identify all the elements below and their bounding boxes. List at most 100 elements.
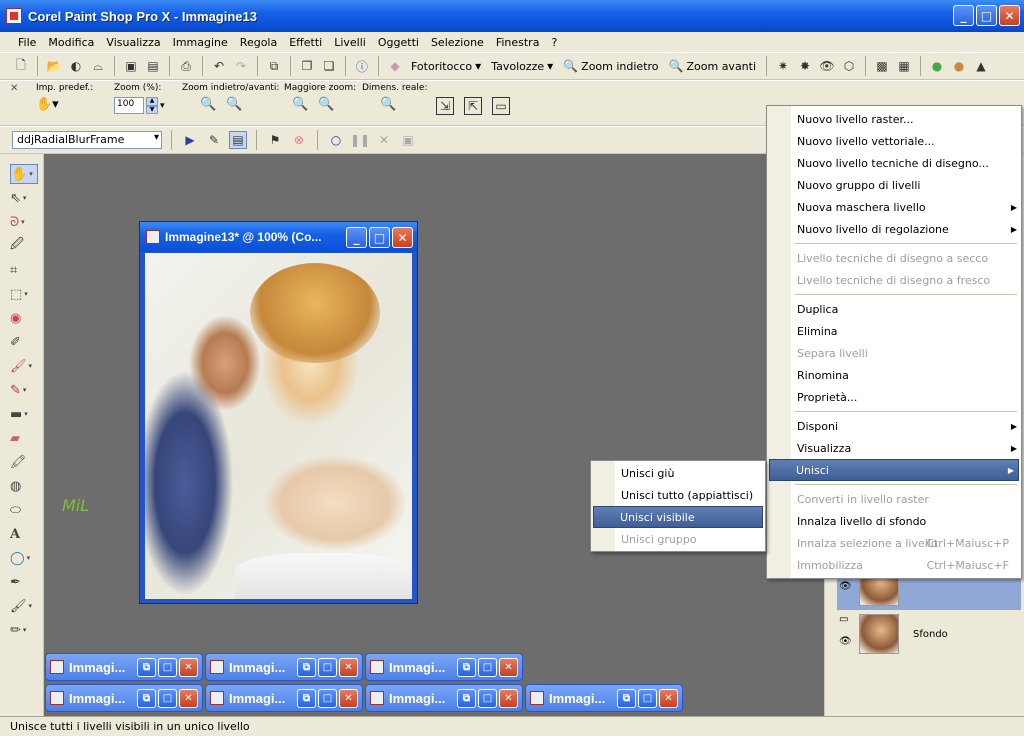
minimized-window[interactable]: Immagi... ⧉ □ ✕ — [205, 684, 363, 712]
menu-file[interactable]: File — [12, 36, 42, 49]
effect-star-icon[interactable]: ✷ — [774, 57, 792, 75]
doc-close-button[interactable]: ✕ — [392, 227, 413, 248]
layer-row-sfondo[interactable]: ▭ 👁 Sfondo — [837, 610, 1021, 658]
doc-minimize-button[interactable]: _ — [346, 227, 367, 248]
text-tool[interactable]: A — [10, 524, 38, 544]
print-icon[interactable]: ⎙ — [177, 57, 195, 75]
landscape-icon[interactable]: ▲ — [972, 57, 990, 75]
close-button[interactable]: ✕ — [339, 688, 358, 708]
resize-icon[interactable]: ⧉ — [265, 57, 283, 75]
undo-icon[interactable]: ↶ — [210, 57, 228, 75]
zoom-in-icon[interactable]: 🔍 — [226, 97, 242, 112]
save-script-icon[interactable]: ▣ — [399, 131, 417, 149]
restore-button[interactable]: ⧉ — [297, 688, 316, 708]
shape-tool[interactable]: ◯ ▾ — [10, 548, 38, 568]
brush-tool[interactable]: 🖌 ▾ — [10, 356, 38, 376]
eraser-tool[interactable]: ▰ — [10, 428, 38, 448]
close-button[interactable]: ✕ — [339, 657, 358, 677]
minimized-window[interactable]: Immagi... ⧉ □ ✕ — [365, 684, 523, 712]
maximize-button[interactable]: □ — [318, 657, 337, 677]
eraser-icon[interactable]: ◆ — [386, 57, 404, 75]
new-file-icon[interactable]: 🗋 — [12, 57, 30, 75]
restore-button[interactable]: ⧉ — [137, 688, 156, 708]
maximize-button[interactable]: □ — [638, 688, 657, 708]
zoom-out-button[interactable]: 🔍 Zoom indietro — [560, 59, 661, 73]
restore-button[interactable]: ⧉ — [297, 657, 316, 677]
menu-modifica[interactable]: Modifica — [42, 36, 100, 49]
image-canvas[interactable] — [145, 253, 412, 599]
person-orange-icon[interactable]: ● — [950, 57, 968, 75]
layers-menu-item[interactable]: Elimina — [767, 320, 1021, 342]
restore-button[interactable]: ⧉ — [137, 657, 156, 677]
fit-window-icon[interactable]: ⇲ — [436, 97, 454, 115]
eye-icon[interactable]: 👁 — [839, 581, 852, 592]
picture-tube-tool[interactable]: 🖍 — [10, 452, 38, 472]
minimized-window[interactable]: Immagi... ⧉ □ ✕ — [365, 653, 523, 681]
menu-help[interactable]: ? — [545, 36, 563, 49]
menu-oggetti[interactable]: Oggetti — [372, 36, 425, 49]
restore-button[interactable]: ⧉ — [617, 688, 636, 708]
layers-menu-item[interactable]: Proprietà... — [767, 386, 1021, 408]
unisci-menu-item[interactable]: Unisci tutto (appiattisci) — [591, 484, 765, 506]
layers-menu-item[interactable]: Nuovo gruppo di livelli — [767, 174, 1021, 196]
menu-immagine[interactable]: Immagine — [167, 36, 234, 49]
maximize-button[interactable]: □ — [158, 657, 177, 677]
paste-icon[interactable]: ❏ — [320, 57, 338, 75]
red-eye-icon[interactable]: 👁 — [818, 57, 836, 75]
cancel-icon[interactable]: ✕ — [375, 131, 393, 149]
info-icon[interactable]: ⓘ — [353, 57, 371, 75]
portrait-icon[interactable]: ▩ — [873, 57, 891, 75]
full-screen-icon[interactable]: ▭ — [492, 97, 510, 115]
doc-maximize-button[interactable]: □ — [369, 227, 390, 248]
maximize-button[interactable]: □ — [158, 688, 177, 708]
minimized-window[interactable]: Immagi... ⧉ □ ✕ — [45, 684, 203, 712]
unisci-menu-item[interactable]: Unisci visibile — [593, 506, 763, 528]
minimized-window[interactable]: Immagi... ⧉ □ ✕ — [525, 684, 683, 712]
zoom-out-icon[interactable]: 🔍 — [200, 97, 216, 112]
zoom-more-in-icon[interactable]: 🔍 — [318, 97, 334, 112]
background-eraser-tool[interactable]: ⬭ — [10, 500, 38, 520]
zoom-more-out-icon[interactable]: 🔍 — [292, 97, 308, 112]
layers-menu-item[interactable]: Unisci ▶ — [769, 459, 1019, 481]
save-icon[interactable]: ▣ — [122, 57, 140, 75]
script-preset-select[interactable]: ddjRadialBlurFrame — [12, 131, 162, 149]
layers-menu-item[interactable]: Duplica — [767, 298, 1021, 320]
layer-lock-icon[interactable]: ▭ — [839, 614, 848, 625]
layers-menu-item[interactable]: Nuovo livello tecniche di disegno... — [767, 152, 1021, 174]
menu-visualizza[interactable]: Visualizza — [100, 36, 166, 49]
record-icon[interactable]: ○ — [327, 131, 345, 149]
tavolozze-dropdown[interactable]: Tavolozze ▾ — [488, 59, 556, 73]
open-folder-icon[interactable]: 📂 — [45, 57, 63, 75]
run-selected-icon[interactable]: ⚑ — [266, 131, 284, 149]
close-button[interactable]: ✕ — [179, 657, 198, 677]
fotoritocco-dropdown[interactable]: Fotoritocco ▾ — [408, 59, 484, 73]
menu-selezione[interactable]: Selezione — [425, 36, 490, 49]
zoom-in-button[interactable]: 🔍 Zoom avanti — [666, 59, 760, 73]
redo-icon[interactable]: ↷ — [232, 57, 250, 75]
maximize-button[interactable]: □ — [318, 688, 337, 708]
pen-tool[interactable]: ✒ — [10, 572, 38, 592]
deform-tool[interactable]: ⬚ ▾ — [10, 284, 38, 304]
app-title-bar[interactable]: Corel Paint Shop Pro X - Immagine13 _ □ … — [0, 0, 1024, 32]
clone-tool[interactable]: ✐ — [10, 332, 38, 352]
layers-menu-item[interactable]: Visualizza ▶ — [767, 437, 1021, 459]
edit-script-icon[interactable]: ✎ — [205, 131, 223, 149]
unisci-menu-item[interactable]: Unisci giù — [591, 462, 765, 484]
pause-icon[interactable]: ❚❚ — [350, 131, 370, 149]
maximize-button[interactable]: □ — [478, 688, 497, 708]
copy-icon[interactable]: ❐ — [298, 57, 316, 75]
pan-preset-icon[interactable]: ✋▾ — [36, 97, 59, 112]
panel-close-icon[interactable]: ✕ — [10, 83, 18, 94]
layers-menu-item[interactable]: Nuovo livello raster... — [767, 108, 1021, 130]
effect-sparkle-icon[interactable]: ✸ — [796, 57, 814, 75]
toggle-script-icon[interactable]: ▤ — [229, 131, 247, 149]
minimize-button[interactable]: _ — [953, 5, 974, 26]
layers-menu-item[interactable]: Nuovo livello vettoriale... — [767, 130, 1021, 152]
close-button[interactable]: ✕ — [499, 657, 518, 677]
crop-tool[interactable]: ⌗ — [10, 260, 38, 280]
fill-tool[interactable]: ◍ — [10, 476, 38, 496]
close-button[interactable]: ✕ — [999, 5, 1020, 26]
layers-menu-item[interactable]: Innalza livello di sfondo — [767, 510, 1021, 532]
layers-menu-item[interactable]: Nuovo livello di regolazione ▶ — [767, 218, 1021, 240]
run-script-icon[interactable]: ▶ — [181, 131, 199, 149]
